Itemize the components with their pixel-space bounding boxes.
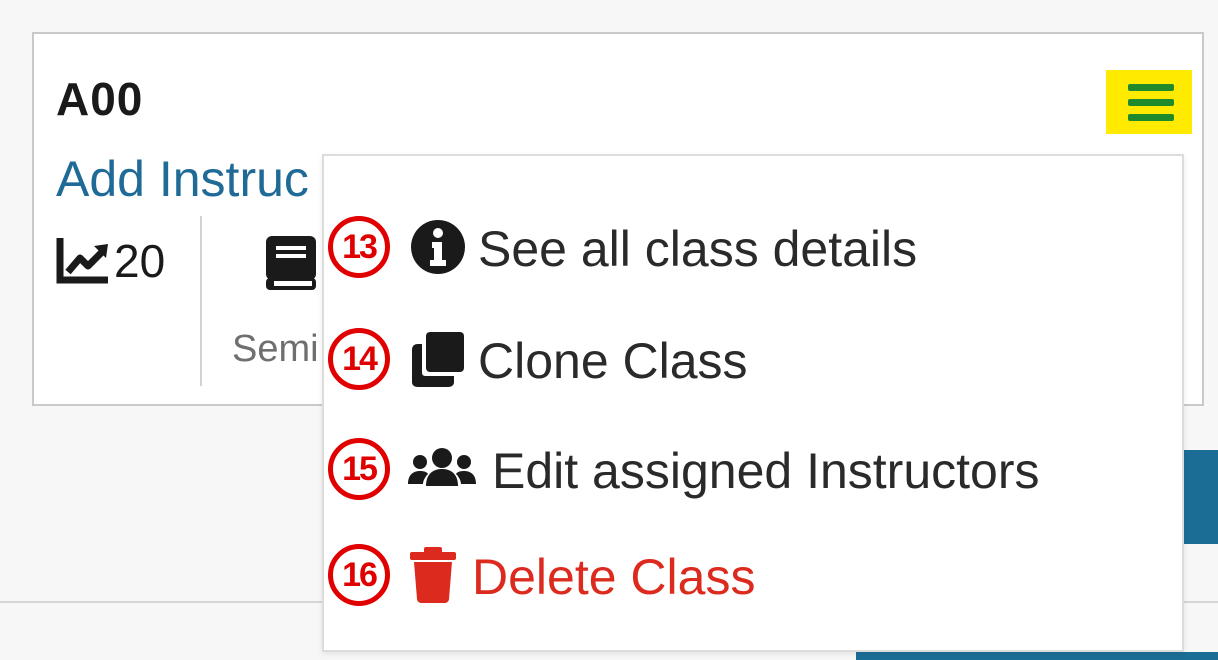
hamburger-bar xyxy=(1128,114,1174,121)
annotation-badge: 16 xyxy=(328,544,390,606)
semester-label: Semi xyxy=(232,328,319,370)
menu-item-label: Clone Class xyxy=(478,333,748,389)
info-circle-icon xyxy=(411,220,465,274)
menu-item-label: Edit assigned Instructors xyxy=(492,443,1040,499)
bottom-action-button[interactable] xyxy=(856,652,1218,660)
hamburger-bar xyxy=(1128,99,1174,106)
menu-item-delete-class[interactable]: 16 Delete Class xyxy=(324,524,1182,614)
users-icon xyxy=(408,448,476,486)
hamburger-bar xyxy=(1128,84,1174,91)
annotation-badge: 14 xyxy=(328,328,390,390)
menu-item-label: Delete Class xyxy=(472,549,756,605)
chart-line-icon xyxy=(56,238,108,284)
menu-toggle-button[interactable] xyxy=(1106,70,1192,134)
stat-divider xyxy=(200,216,202,386)
annotation-badge: 13 xyxy=(328,216,390,278)
menu-item-edit-instructors[interactable]: 15 Edit assigned Instructors xyxy=(324,418,1182,508)
class-title: A00 xyxy=(56,73,144,125)
clone-icon xyxy=(412,332,464,387)
class-actions-menu: 13 See all class details 14 Clone Class … xyxy=(322,154,1184,652)
stat-value: 20 xyxy=(114,235,166,287)
book-icon xyxy=(266,236,316,290)
add-instructor-link[interactable]: Add Instruc xyxy=(56,150,309,208)
menu-item-see-details[interactable]: 13 See all class details xyxy=(324,196,1182,286)
annotation-badge: 15 xyxy=(328,438,390,500)
menu-item-label: See all class details xyxy=(478,221,918,277)
menu-item-clone-class[interactable]: 14 Clone Class xyxy=(324,308,1182,398)
trash-icon xyxy=(410,547,456,603)
